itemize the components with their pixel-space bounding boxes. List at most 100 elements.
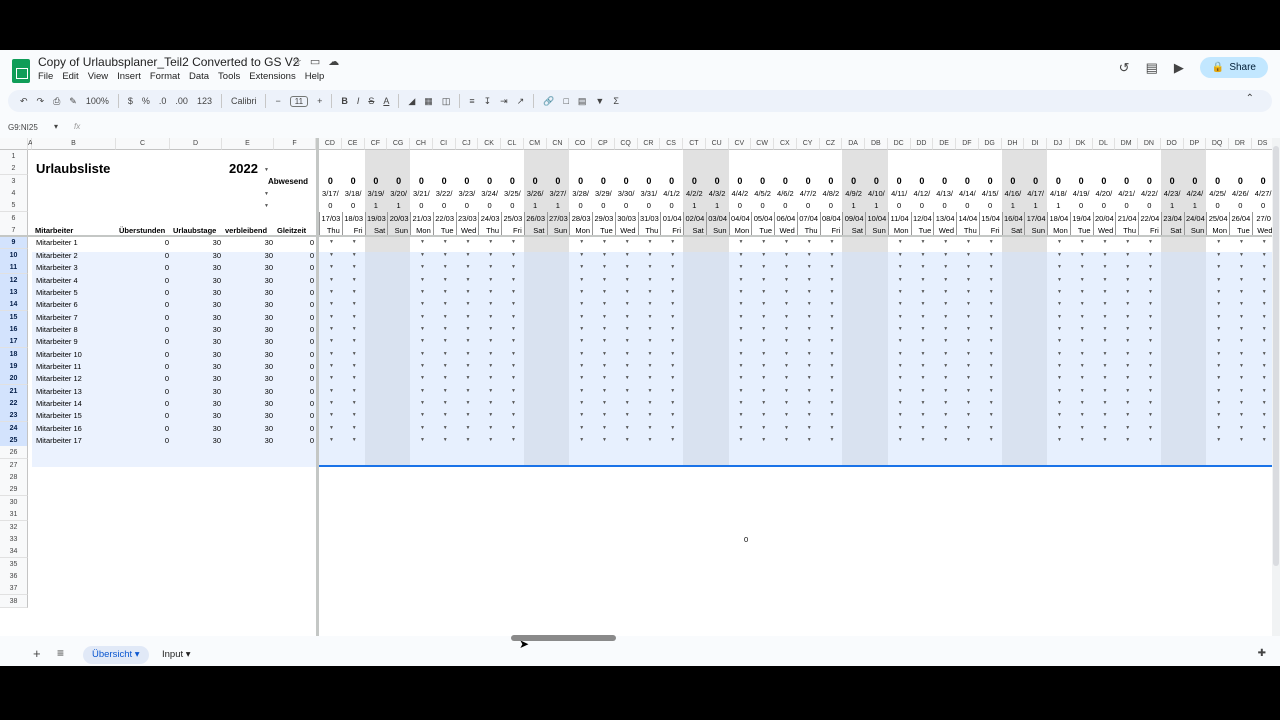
cell-dropdown-icon[interactable]: ▼ <box>761 425 766 431</box>
cell-dropdown-icon[interactable]: ▼ <box>1239 252 1244 258</box>
cell-dropdown-icon[interactable]: ▼ <box>1216 363 1221 369</box>
cell-dropdown-icon[interactable]: ▼ <box>966 239 971 245</box>
cell-dropdown-icon[interactable]: ▼ <box>1125 400 1130 406</box>
cell-dropdown-icon[interactable]: ▼ <box>511 425 516 431</box>
zoom-select[interactable]: 100% <box>86 96 109 106</box>
text-rotation-icon[interactable]: ↗ <box>517 96 525 107</box>
cell-dropdown-icon[interactable]: ▼ <box>921 400 926 406</box>
column-header[interactable]: CT <box>683 138 706 150</box>
cell-dropdown-icon[interactable]: ▼ <box>830 314 835 320</box>
cell-dropdown-icon[interactable]: ▼ <box>761 326 766 332</box>
cell-dropdown-icon[interactable]: ▼ <box>1148 363 1153 369</box>
comment-icon[interactable]: □ <box>563 96 568 106</box>
comments-icon[interactable]: ▤ <box>1146 60 1158 76</box>
link-icon[interactable]: 🔗 <box>543 96 554 107</box>
cell-dropdown-icon[interactable]: ▼ <box>830 264 835 270</box>
cell-dropdown-icon[interactable]: ▼ <box>648 264 653 270</box>
cell-dropdown-icon[interactable]: ▼ <box>579 301 584 307</box>
cell-dropdown-icon[interactable]: ▼ <box>989 375 994 381</box>
row-header[interactable]: 20 <box>0 372 28 386</box>
horizontal-align-icon[interactable]: ≡ <box>469 96 474 106</box>
cell-dropdown-icon[interactable]: ▼ <box>488 400 493 406</box>
cell-dropdown-icon[interactable]: ▼ <box>1057 437 1062 443</box>
cell-dropdown-icon[interactable]: ▼ <box>921 437 926 443</box>
cell-dropdown-icon[interactable]: ▼ <box>443 400 448 406</box>
spreadsheet-grid[interactable]: A B C D E F CD CE CF CG CH CI CJ CK CL CM CN CO CP CQ CR CS CT… <box>0 138 1272 636</box>
cell-dropdown-icon[interactable]: ▼ <box>943 326 948 332</box>
column-header[interactable]: CE <box>341 138 365 150</box>
cell-dropdown-icon[interactable]: ▼ <box>739 338 744 344</box>
cell-dropdown-icon[interactable]: ▼ <box>830 388 835 394</box>
column-header[interactable]: CF <box>364 138 388 150</box>
cell-dropdown-icon[interactable]: ▼ <box>488 301 493 307</box>
cell-dropdown-icon[interactable]: ▼ <box>784 363 789 369</box>
menu-edit[interactable]: Edit <box>62 71 78 82</box>
cell-dropdown-icon[interactable]: ▼ <box>1148 326 1153 332</box>
cell-dropdown-icon[interactable]: ▼ <box>1057 363 1062 369</box>
cell-dropdown-icon[interactable]: ▼ <box>1148 239 1153 245</box>
cell-dropdown-icon[interactable]: ▼ <box>943 425 948 431</box>
cell-dropdown-icon[interactable]: ▼ <box>420 264 425 270</box>
meet-icon[interactable]: ▶ <box>1174 60 1184 76</box>
cell-dropdown-icon[interactable]: ▼ <box>1262 289 1267 295</box>
row-header[interactable]: 21 <box>0 384 28 398</box>
cell-dropdown-icon[interactable]: ▼ <box>739 264 744 270</box>
cell-dropdown-icon[interactable]: ▼ <box>625 412 630 418</box>
cell-dropdown-icon[interactable]: ▼ <box>602 326 607 332</box>
cell-dropdown-icon[interactable]: ▼ <box>1216 301 1221 307</box>
cell-dropdown-icon[interactable]: ▼ <box>511 363 516 369</box>
column-header[interactable]: DI <box>1024 138 1047 150</box>
cell-dropdown-icon[interactable]: ▼ <box>648 252 653 258</box>
cell-dropdown-icon[interactable]: ▼ <box>670 277 675 283</box>
decrease-decimal-button[interactable]: .0 <box>159 96 167 106</box>
share-button[interactable]: 🔒 Share <box>1199 57 1268 78</box>
cell-dropdown-icon[interactable]: ▼ <box>625 239 630 245</box>
cell-dropdown-icon[interactable]: ▼ <box>761 289 766 295</box>
overtime-value[interactable]: 0 <box>116 311 169 324</box>
cell-dropdown-icon[interactable]: ▼ <box>1239 326 1244 332</box>
cell-dropdown-icon[interactable]: ▼ <box>579 412 584 418</box>
strikethrough-button[interactable]: S <box>368 96 374 106</box>
remaining-days-value[interactable]: 30 <box>222 409 273 422</box>
cell-dropdown-icon[interactable]: ▼ <box>943 314 948 320</box>
cell-dropdown-icon[interactable]: ▼ <box>625 375 630 381</box>
cell-dropdown-icon[interactable]: ▼ <box>511 264 516 270</box>
cell-dropdown-icon[interactable]: ▼ <box>625 351 630 357</box>
flextime-value[interactable]: 0 <box>274 360 314 373</box>
cell-dropdown-icon[interactable]: ▼ <box>1103 338 1108 344</box>
flextime-value[interactable]: 0 <box>274 409 314 422</box>
cell-dropdown-icon[interactable]: ▼ <box>648 400 653 406</box>
cell-dropdown-icon[interactable]: ▼ <box>761 252 766 258</box>
selected-range[interactable] <box>319 252 1272 467</box>
cell-dropdown-icon[interactable]: ▼ <box>1080 326 1085 332</box>
cell-dropdown-icon[interactable]: ▼ <box>511 252 516 258</box>
cell-dropdown-icon[interactable]: ▼ <box>466 289 471 295</box>
cell-dropdown-icon[interactable]: ▼ <box>1148 425 1153 431</box>
cell-dropdown-icon[interactable]: ▼ <box>1216 252 1221 258</box>
cell-dropdown-icon[interactable]: ▼ <box>1239 264 1244 270</box>
cell-dropdown-icon[interactable]: ▼ <box>329 289 334 295</box>
cell-dropdown-icon[interactable]: ▼ <box>579 351 584 357</box>
cell-dropdown-icon[interactable]: ▼ <box>420 437 425 443</box>
row-header[interactable]: 27 <box>0 458 28 472</box>
employee-name[interactable]: Mitarbeiter 15 <box>36 409 114 422</box>
column-header[interactable]: CU <box>705 138 729 150</box>
cell-dropdown-icon[interactable]: ▼ <box>1239 388 1244 394</box>
row-header[interactable]: 30 <box>0 495 28 509</box>
cell-dropdown-icon[interactable]: ▼ <box>579 388 584 394</box>
cell-dropdown-icon[interactable]: ▼ <box>739 351 744 357</box>
cell-dropdown-icon[interactable]: ▼ <box>1125 437 1130 443</box>
cell-dropdown-icon[interactable]: ▼ <box>943 375 948 381</box>
cell-dropdown-icon[interactable]: ▼ <box>1239 239 1244 245</box>
column-header[interactable]: F <box>274 138 316 150</box>
vacation-days-value[interactable]: 30 <box>170 335 221 348</box>
cell-dropdown-icon[interactable]: ▼ <box>1103 437 1108 443</box>
cell-dropdown-icon[interactable]: ▼ <box>898 301 903 307</box>
cell-dropdown-icon[interactable]: ▼ <box>921 425 926 431</box>
column-header[interactable]: CV <box>728 138 752 150</box>
cell-dropdown-icon[interactable]: ▼ <box>466 239 471 245</box>
cell-dropdown-icon[interactable]: ▼ <box>1216 400 1221 406</box>
cell-dropdown-icon[interactable]: ▼ <box>579 425 584 431</box>
cell-dropdown-icon[interactable]: ▼ <box>989 277 994 283</box>
column-header[interactable]: DB <box>865 138 888 150</box>
